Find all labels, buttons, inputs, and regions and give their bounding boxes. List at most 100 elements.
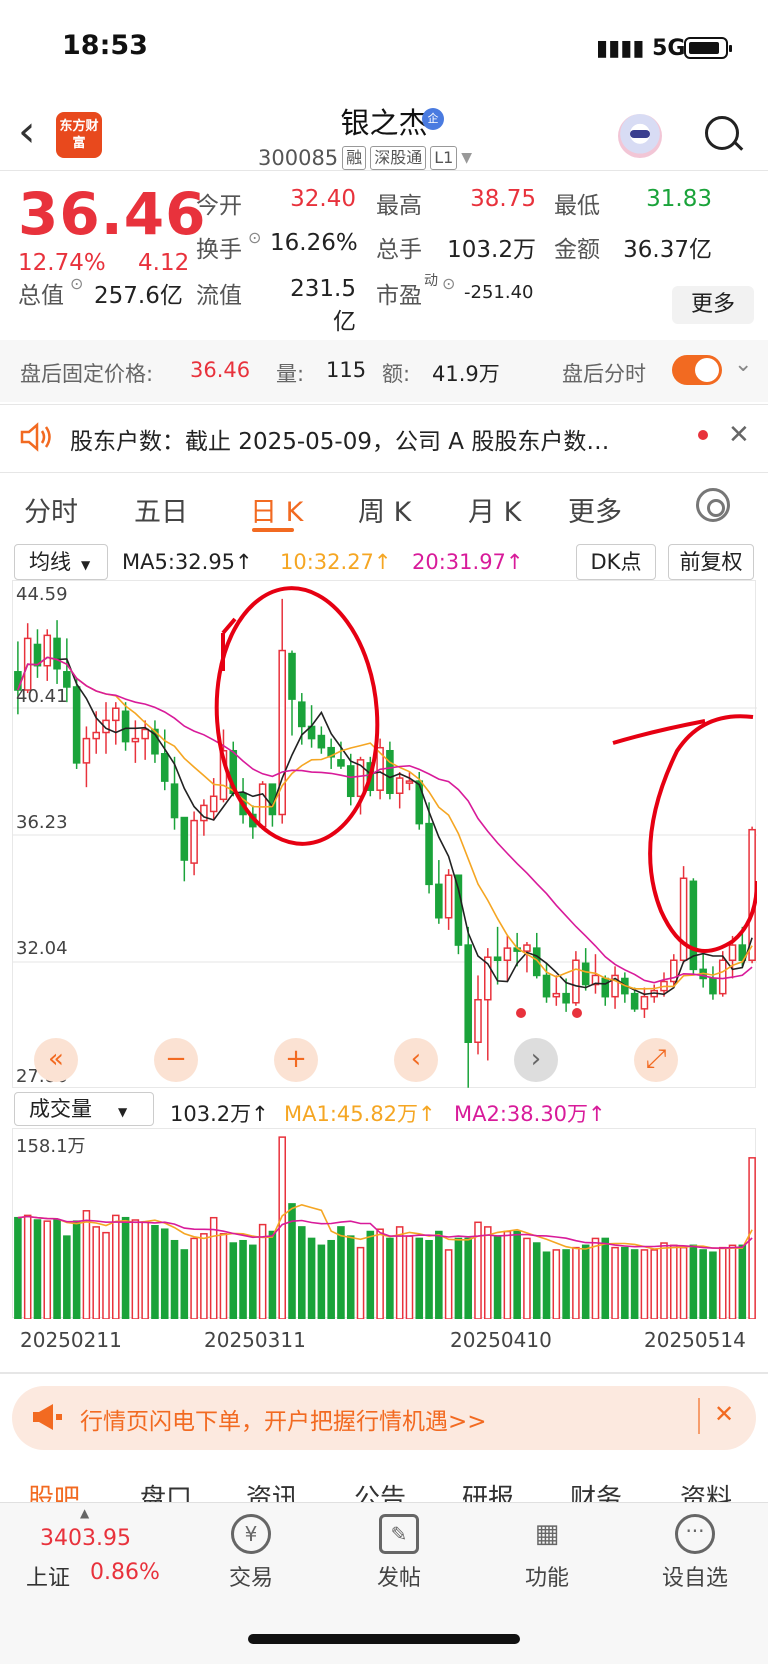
candle-body xyxy=(180,816,189,861)
assistant-robot-icon[interactable] xyxy=(618,114,662,158)
nav-watchlist[interactable]: ··· 设自选 xyxy=(650,1514,740,1592)
zoom-in-icon[interactable]: + xyxy=(274,1038,318,1082)
enterprise-badge-icon: 企 xyxy=(422,108,444,130)
volume-bar xyxy=(376,1228,384,1320)
candle-body xyxy=(444,874,453,919)
candle-body xyxy=(209,795,218,813)
volume-bar xyxy=(72,1220,81,1320)
candle-body xyxy=(493,956,502,962)
promo-banner[interactable]: 行情页闪电下单，开户把握行情机遇>> ✕ xyxy=(12,1386,756,1450)
x-tick-label: 20250311 xyxy=(204,1328,306,1352)
volume-bar xyxy=(523,1237,531,1320)
amount-value: 36.37亿 xyxy=(623,237,712,263)
volume-bar xyxy=(307,1237,316,1320)
grid-icon: ▦ xyxy=(534,1519,560,1549)
tab-weekly-k[interactable]: 周 K xyxy=(358,490,411,529)
tab-monthly-k[interactable]: 月 K xyxy=(468,490,521,529)
unread-dot xyxy=(698,430,708,440)
after-hours-toggle[interactable] xyxy=(672,355,722,385)
candle-body xyxy=(53,637,61,670)
index-value[interactable]: 3403.95 xyxy=(40,1526,131,1551)
search-icon[interactable] xyxy=(703,114,743,154)
candle-body xyxy=(572,959,580,1004)
chevron-right-icon[interactable]: › xyxy=(514,1038,558,1082)
candle-body xyxy=(317,734,326,749)
info-icon[interactable]: ⊙ xyxy=(70,274,83,293)
zoom-out-icon[interactable]: − xyxy=(154,1038,198,1082)
adjust-button[interactable]: 前复权 xyxy=(668,544,754,580)
subtab-announcements[interactable]: 公告 xyxy=(354,1478,406,1502)
megaphone-icon xyxy=(30,1402,64,1436)
nav-watchlist-label: 设自选 xyxy=(661,1566,728,1591)
tab-more[interactable]: 更多 xyxy=(568,490,622,529)
volume-bar xyxy=(268,1230,277,1320)
candle-body xyxy=(503,947,512,962)
volume-bar xyxy=(160,1228,169,1320)
nav-functions-label: 功能 xyxy=(524,1566,569,1591)
caret-up-icon[interactable]: ▲ xyxy=(80,1506,89,1520)
more-button[interactable]: 更多 xyxy=(672,286,754,324)
info-icon[interactable]: ⊙ xyxy=(248,228,261,247)
candlestick-chart[interactable] xyxy=(12,580,759,1088)
info-icon[interactable]: ⊙ xyxy=(442,274,455,293)
candle-body xyxy=(435,883,443,919)
double-left-icon[interactable]: « xyxy=(34,1038,78,1082)
caret-down-icon[interactable]: ▼ xyxy=(461,150,472,166)
volume-bar xyxy=(562,1249,570,1320)
volume-bar xyxy=(601,1237,610,1320)
subtab-profile[interactable]: 资料 xyxy=(680,1478,732,1502)
volume-bar xyxy=(258,1223,267,1320)
volume-bar xyxy=(317,1244,326,1320)
volume-bar xyxy=(151,1225,159,1320)
float-label: 流值 xyxy=(196,283,242,309)
ma-dropdown-label: 均线 xyxy=(29,550,71,574)
volume-bar xyxy=(650,1249,658,1320)
tab-five-day[interactable]: 五日 xyxy=(134,490,188,529)
subtab-news[interactable]: 资讯 xyxy=(246,1478,298,1502)
low-label: 最低 xyxy=(554,193,600,219)
banner-divider xyxy=(698,1398,700,1434)
nav-functions[interactable]: ▦ 功能 xyxy=(502,1514,592,1592)
caret-down-icon: ▼ xyxy=(81,558,91,572)
close-icon[interactable]: ✕ xyxy=(728,420,750,450)
volume-bar xyxy=(386,1237,394,1320)
candle-body xyxy=(112,707,120,722)
after-hours-bar: 盘后固定价格: 36.46 量: 115 额: 41.9万 盘后分时 xyxy=(0,340,768,402)
tab-daily-k[interactable]: 日 K xyxy=(250,490,303,529)
chevron-down-icon[interactable]: ⌄ xyxy=(734,352,752,377)
volume-bar xyxy=(621,1246,629,1320)
notice-text[interactable]: 股东户数：截止 2025-05-09，公司 A 股股东户数… xyxy=(70,422,670,456)
open-value: 32.40 xyxy=(290,186,356,212)
nav-post[interactable]: ✎ 发帖 xyxy=(354,1514,444,1592)
subtab-orderbook[interactable]: 盘口 xyxy=(140,1478,192,1502)
volume-bar xyxy=(63,1235,71,1320)
volume-bar xyxy=(513,1230,521,1320)
subtab-research[interactable]: 研报 xyxy=(462,1478,514,1502)
after-hours-toggle-label: 盘后分时 xyxy=(562,362,646,386)
change-percent: 12.74% xyxy=(18,250,106,276)
candle-body xyxy=(542,974,551,998)
nav-trade[interactable]: ¥ 交易 xyxy=(206,1514,296,1592)
volume-bar xyxy=(552,1249,561,1320)
volume-bar xyxy=(718,1246,727,1320)
fullscreen-icon[interactable]: ⤢ xyxy=(634,1038,678,1082)
chevron-left-icon[interactable]: ‹ xyxy=(394,1038,438,1082)
ma10-line xyxy=(17,656,753,990)
volume-dropdown[interactable]: 成交量 ▼ xyxy=(14,1092,154,1126)
volume-bar xyxy=(425,1239,433,1320)
volume-bar xyxy=(630,1249,639,1320)
tab-intraday[interactable]: 分时 xyxy=(24,490,78,529)
close-icon[interactable]: ✕ xyxy=(714,1400,734,1428)
low-value: 31.83 xyxy=(646,186,712,212)
dk-point-button[interactable]: DK点 xyxy=(576,544,656,580)
ma-dropdown[interactable]: 均线 ▼ xyxy=(14,544,108,580)
volume-bar xyxy=(709,1251,717,1320)
after-hours-vol-label: 量: xyxy=(276,362,305,386)
subtab-finance[interactable]: 财务 xyxy=(570,1478,622,1502)
battery-icon xyxy=(684,37,732,59)
subtab-guba[interactable]: 股吧 xyxy=(28,1478,80,1502)
stock-code-line[interactable]: 300085 融 深股通 L1 ▼ xyxy=(258,146,472,170)
period-tabs: 分时 五日 日 K 周 K 月 K 更多 xyxy=(0,480,768,540)
gear-icon[interactable] xyxy=(696,488,730,522)
volume-chart[interactable] xyxy=(12,1128,756,1320)
